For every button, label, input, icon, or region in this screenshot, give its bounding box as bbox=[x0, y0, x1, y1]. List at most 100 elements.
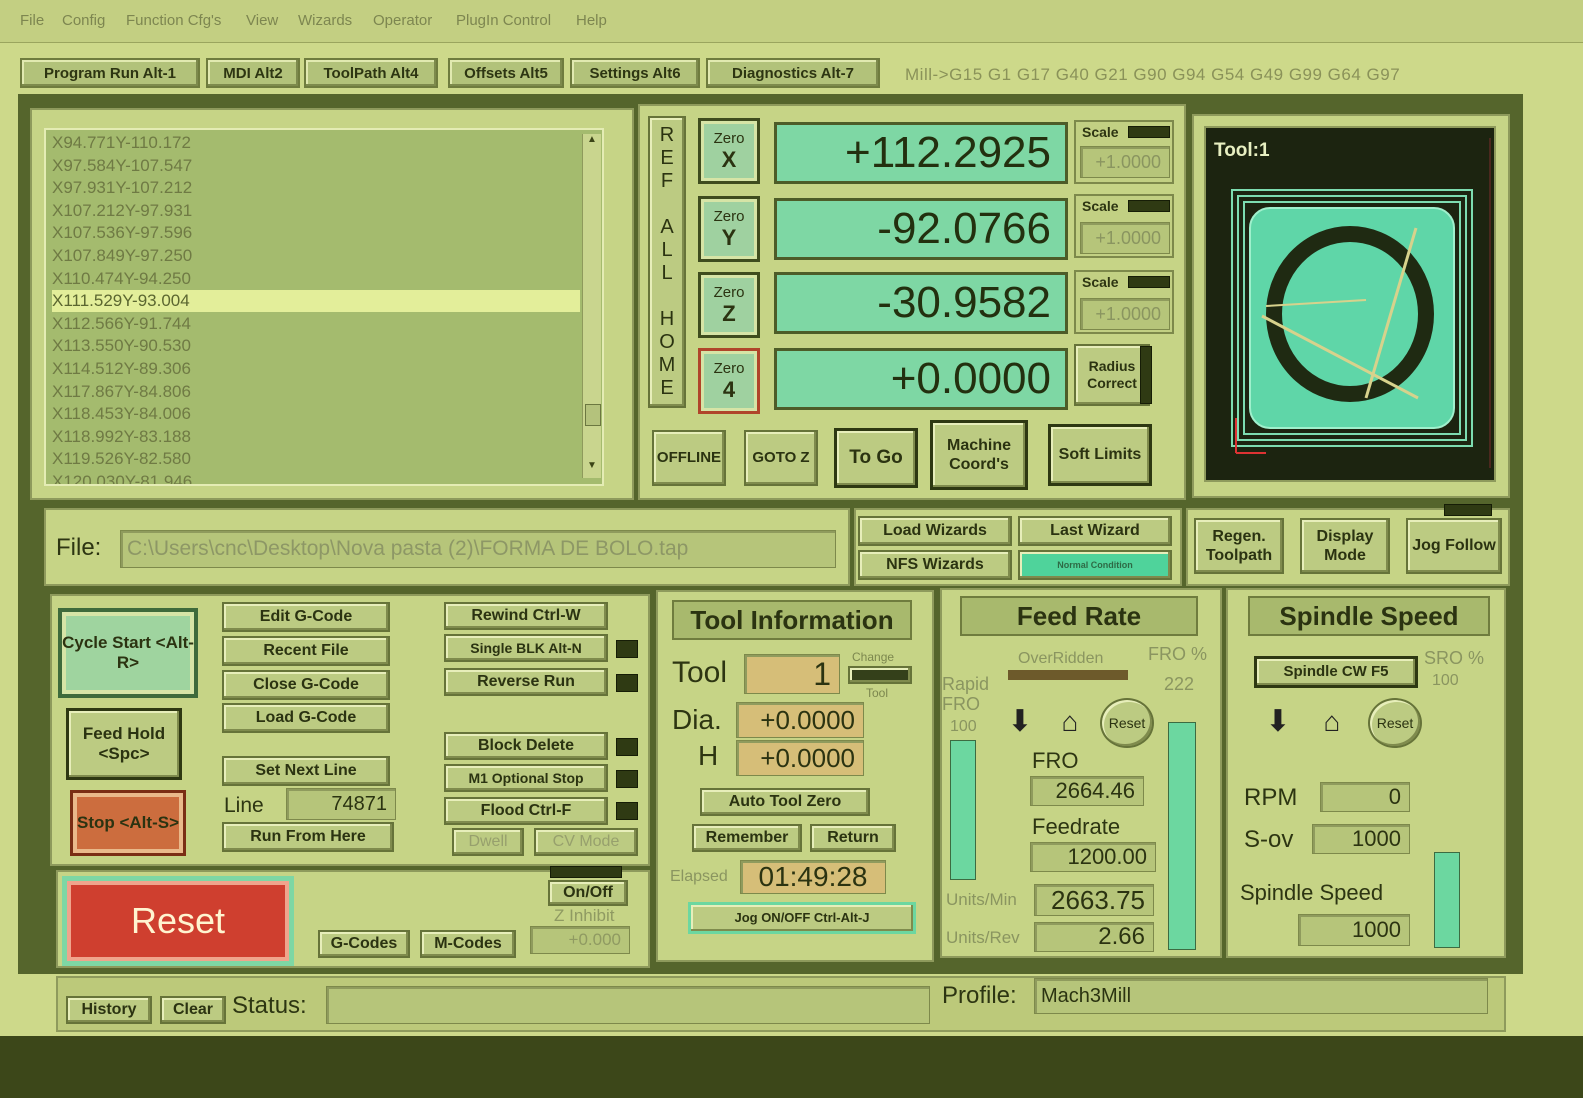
goto-z-button[interactable]: GOTO Z bbox=[744, 430, 818, 486]
nfs-wizards-button[interactable]: NFS Wizards bbox=[858, 550, 1012, 580]
menu-operator[interactable]: Operator bbox=[373, 12, 432, 29]
gcode-scrollbar[interactable]: ▲ ▼ bbox=[582, 134, 601, 478]
zero-z-button[interactable]: Zero Z bbox=[698, 272, 760, 338]
gcode-line[interactable]: X112.566Y-91.744 bbox=[52, 313, 580, 335]
rapid-fro-slider[interactable] bbox=[950, 740, 976, 880]
close-gcode-button[interactable]: Close G-Code bbox=[222, 670, 390, 700]
history-button[interactable]: History bbox=[66, 996, 152, 1024]
gcode-line[interactable]: X110.474Y-94.250 bbox=[52, 268, 580, 290]
gcode-line[interactable]: X107.849Y-97.250 bbox=[52, 245, 580, 267]
spindle-speed-value[interactable]: 1000 bbox=[1298, 914, 1410, 946]
reverse-run-button[interactable]: Reverse Run bbox=[444, 668, 608, 696]
gcode-line[interactable]: X94.771Y-110.172 bbox=[52, 132, 580, 154]
set-next-line-button[interactable]: Set Next Line bbox=[222, 756, 390, 786]
spindle-slider[interactable] bbox=[1434, 852, 1460, 948]
load-wizards-button[interactable]: Load Wizards bbox=[858, 516, 1012, 546]
offline-button[interactable]: OFFLINE bbox=[652, 430, 726, 486]
rewind-button[interactable]: Rewind Ctrl-W bbox=[444, 602, 608, 630]
dro-4[interactable]: +0.0000 bbox=[774, 348, 1068, 410]
zero-y-button[interactable]: Zero Y bbox=[698, 196, 760, 262]
menu-plugin-control[interactable]: PlugIn Control bbox=[456, 12, 551, 29]
zero-x-button[interactable]: Zero X bbox=[698, 118, 760, 184]
dro-y[interactable]: -92.0766 bbox=[774, 198, 1068, 260]
sro-reset-button[interactable]: Reset bbox=[1368, 698, 1422, 748]
gcode-line[interactable]: X97.584Y-107.547 bbox=[52, 155, 580, 177]
tool-number-field[interactable]: 1 bbox=[744, 654, 840, 694]
menu-wizards[interactable]: Wizards bbox=[298, 12, 352, 29]
scale-y-value[interactable]: +1.0000 bbox=[1080, 222, 1170, 254]
scale-z-value[interactable]: +1.0000 bbox=[1080, 298, 1170, 330]
file-path-field[interactable]: C:\Users\cnc\Desktop\Nova pasta (2)\FORM… bbox=[120, 530, 836, 568]
jog-onoff-button[interactable]: Jog ON/OFF Ctrl-Alt-J bbox=[688, 902, 916, 934]
tab-toolpath[interactable]: ToolPath Alt4 bbox=[304, 58, 438, 88]
run-from-here-button[interactable]: Run From Here bbox=[222, 822, 394, 852]
stop-button[interactable]: Stop <Alt-S> bbox=[70, 790, 186, 856]
reset-button[interactable]: Reset bbox=[62, 876, 294, 966]
dia-field[interactable]: +0.0000 bbox=[736, 702, 864, 738]
jog-follow-button[interactable]: Jog Follow bbox=[1406, 518, 1502, 574]
flood-button[interactable]: Flood Ctrl-F bbox=[444, 797, 608, 825]
gcode-line[interactable]: X97.931Y-107.212 bbox=[52, 177, 580, 199]
scroll-thumb[interactable] bbox=[585, 404, 601, 426]
menu-function-cfgs[interactable]: Function Cfg's bbox=[126, 12, 221, 29]
fro-slider[interactable] bbox=[1168, 722, 1196, 950]
tab-settings[interactable]: Settings Alt6 bbox=[570, 58, 700, 88]
line-number-field[interactable]: 74871 bbox=[286, 788, 396, 820]
gcode-line[interactable]: X107.536Y-97.596 bbox=[52, 222, 580, 244]
gcode-line[interactable]: X119.526Y-82.580 bbox=[52, 448, 580, 470]
dro-z[interactable]: -30.9582 bbox=[774, 272, 1068, 334]
soft-limits-button[interactable]: Soft Limits bbox=[1048, 424, 1152, 486]
gcode-line[interactable]: X118.453Y-84.006 bbox=[52, 403, 580, 425]
ref-all-home-button[interactable]: REF ALL HOME bbox=[648, 116, 686, 408]
normal-condition-button[interactable]: Normal Condition bbox=[1018, 550, 1172, 580]
gcode-line[interactable]: X114.512Y-89.306 bbox=[52, 358, 580, 380]
tab-mdi[interactable]: MDI Alt2 bbox=[206, 58, 300, 88]
single-block-button[interactable]: Single BLK Alt-N bbox=[444, 634, 608, 662]
toolpath-view[interactable]: Tool:1 bbox=[1204, 126, 1496, 482]
zero-4-button[interactable]: Zero 4 bbox=[698, 348, 760, 414]
edit-gcode-button[interactable]: Edit G-Code bbox=[222, 602, 390, 632]
sro-down-icon[interactable]: ⬇ bbox=[1262, 706, 1294, 738]
tab-diagnostics[interactable]: Diagnostics Alt-7 bbox=[706, 58, 880, 88]
h-field[interactable]: +0.0000 bbox=[736, 740, 864, 776]
change-tool-button[interactable] bbox=[848, 666, 912, 684]
z-inhibit-value[interactable]: +0.000 bbox=[530, 926, 630, 954]
tab-program-run[interactable]: Program Run Alt-1 bbox=[20, 58, 200, 88]
mcodes-button[interactable]: M-Codes bbox=[420, 930, 516, 958]
tab-offsets[interactable]: Offsets Alt5 bbox=[448, 58, 564, 88]
regen-toolpath-button[interactable]: Regen. Toolpath bbox=[1194, 518, 1284, 574]
menu-config[interactable]: Config bbox=[62, 12, 105, 29]
gcode-list[interactable]: X94.771Y-110.172 X97.584Y-107.547 X97.931Y… bbox=[44, 128, 604, 486]
gcode-line[interactable]: X107.212Y-97.931 bbox=[52, 200, 580, 222]
gcode-line[interactable]: X113.550Y-90.530 bbox=[52, 335, 580, 357]
z-inhibit-onoff-button[interactable]: On/Off bbox=[548, 880, 628, 906]
scale-x-value[interactable]: +1.0000 bbox=[1080, 146, 1170, 178]
scroll-down-icon[interactable]: ▼ bbox=[583, 460, 601, 478]
radius-correct-button[interactable]: Radius Correct bbox=[1074, 344, 1150, 406]
m1-optional-stop-button[interactable]: M1 Optional Stop bbox=[444, 764, 608, 792]
to-go-button[interactable]: To Go bbox=[834, 428, 918, 488]
machine-coords-button[interactable]: Machine Coord's bbox=[930, 420, 1028, 490]
menu-help[interactable]: Help bbox=[576, 12, 607, 29]
gcode-line[interactable]: X117.867Y-84.806 bbox=[52, 381, 580, 403]
return-button[interactable]: Return bbox=[810, 824, 896, 852]
display-mode-button[interactable]: Display Mode bbox=[1300, 518, 1390, 574]
auto-tool-zero-button[interactable]: Auto Tool Zero bbox=[700, 788, 870, 816]
recent-file-button[interactable]: Recent File bbox=[222, 636, 390, 666]
sro-up-icon[interactable]: ⌂ bbox=[1314, 704, 1350, 740]
scroll-up-icon[interactable]: ▲ bbox=[583, 134, 601, 152]
gcode-line[interactable]: X118.992Y-83.188 bbox=[52, 426, 580, 448]
cycle-start-button[interactable]: Cycle Start <Alt-R> bbox=[58, 608, 198, 698]
gcodes-button[interactable]: G-Codes bbox=[318, 930, 410, 958]
gcode-line[interactable]: X120.030Y-81.946 bbox=[52, 471, 580, 484]
menu-view[interactable]: View bbox=[246, 12, 278, 29]
fro-up-icon[interactable]: ⌂ bbox=[1052, 704, 1088, 740]
menu-file[interactable]: File bbox=[20, 12, 44, 29]
fro-down-icon[interactable]: ⬇ bbox=[1004, 706, 1036, 738]
load-gcode-button[interactable]: Load G-Code bbox=[222, 703, 390, 733]
last-wizard-button[interactable]: Last Wizard bbox=[1018, 516, 1172, 546]
fro-reset-button[interactable]: Reset bbox=[1100, 698, 1154, 748]
spindle-cw-button[interactable]: Spindle CW F5 bbox=[1254, 656, 1418, 688]
remember-button[interactable]: Remember bbox=[692, 824, 802, 852]
feed-hold-button[interactable]: Feed Hold <Spc> bbox=[66, 708, 182, 780]
